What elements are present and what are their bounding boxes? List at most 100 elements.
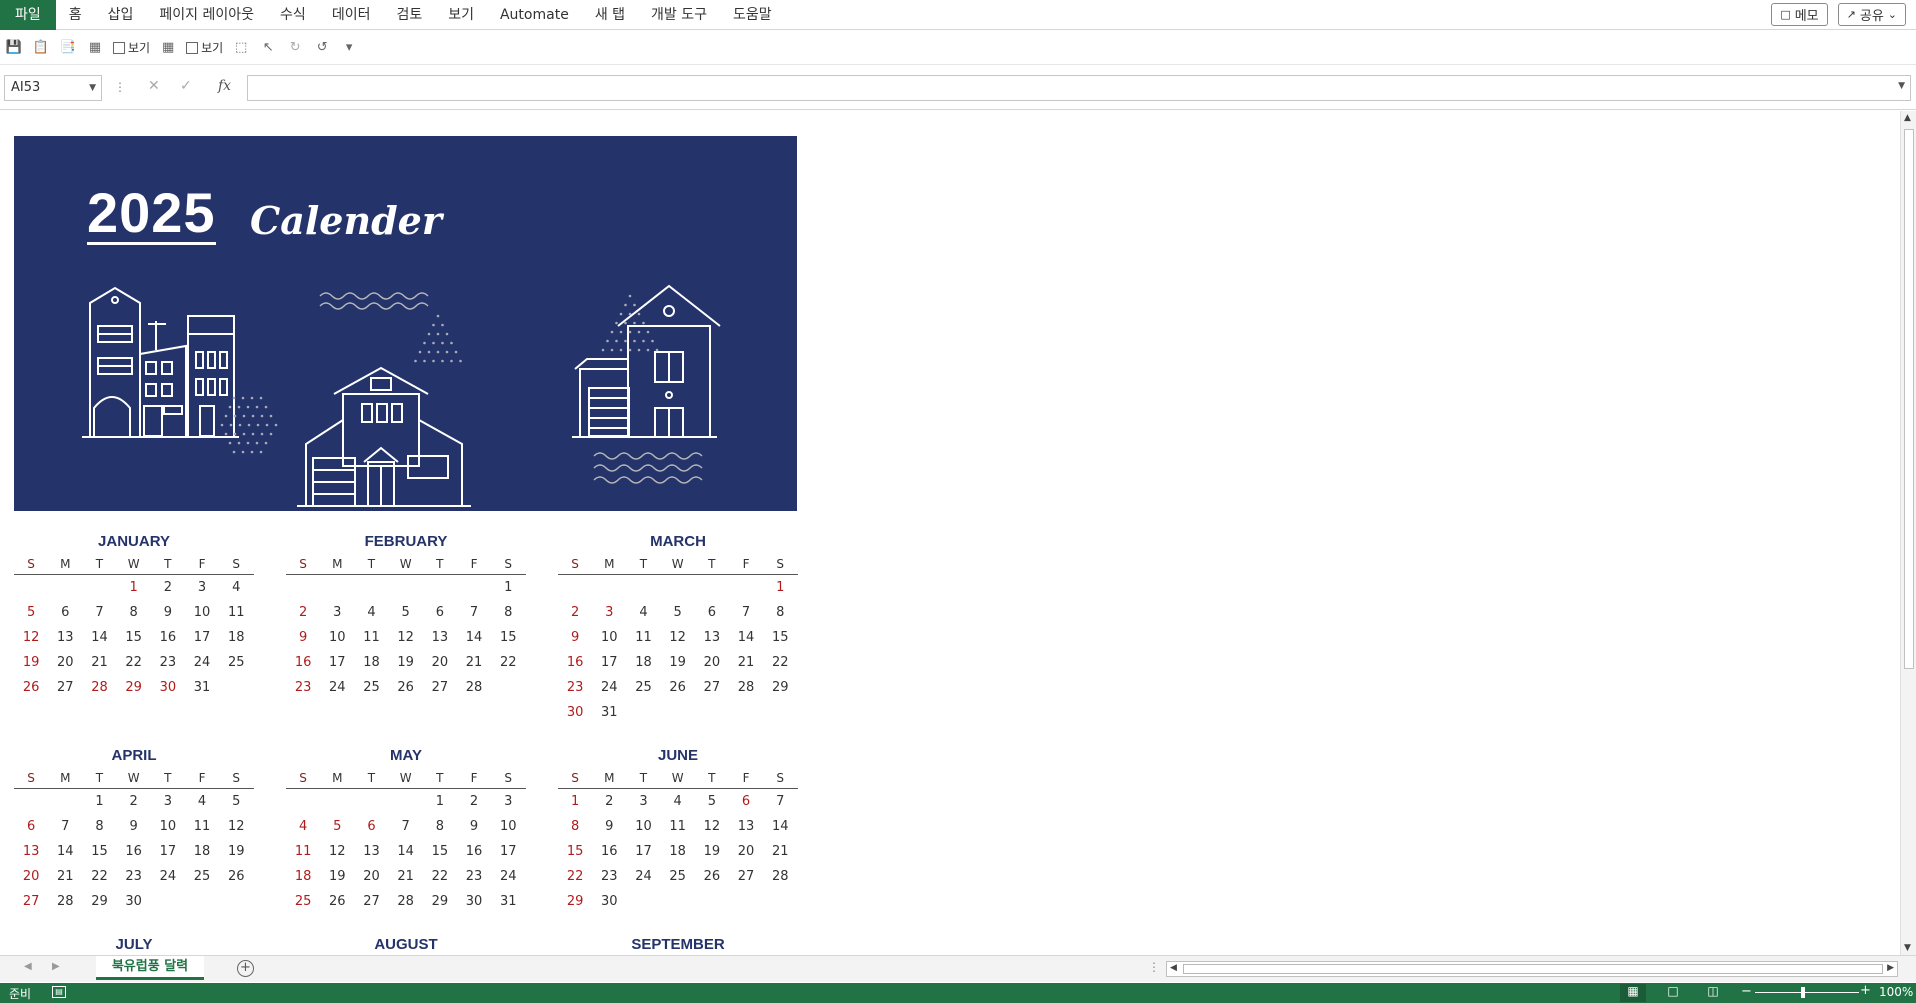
day-cell[interactable]: 15 xyxy=(763,625,797,650)
share-button[interactable]: ↗ 공유 ⌄ xyxy=(1837,3,1906,26)
day-cell[interactable] xyxy=(626,700,660,725)
day-cell[interactable]: 14 xyxy=(82,625,116,650)
day-cell[interactable]: 16 xyxy=(558,650,592,675)
day-cell[interactable]: 7 xyxy=(457,600,491,625)
day-cell[interactable]: 1 xyxy=(491,575,525,600)
day-cell[interactable]: 24 xyxy=(626,864,660,889)
day-cell[interactable]: 1 xyxy=(763,575,797,600)
tab-developer[interactable]: 개발 도구 xyxy=(638,0,720,30)
day-cell[interactable]: 28 xyxy=(82,675,116,700)
gridlines-checkbox[interactable]: 보기 xyxy=(113,39,150,56)
page-break-view-icon[interactable]: ◫ xyxy=(1700,984,1726,1002)
day-cell[interactable] xyxy=(695,700,729,725)
day-cell[interactable] xyxy=(661,700,695,725)
scroll-right-icon[interactable]: ▶ xyxy=(1887,963,1894,973)
checkbox-box[interactable] xyxy=(186,41,199,54)
day-cell[interactable]: 16 xyxy=(592,839,626,864)
select-range-icon[interactable]: ⬚ xyxy=(232,39,250,57)
day-cell[interactable]: 30 xyxy=(151,675,185,700)
day-cell[interactable]: 23 xyxy=(286,675,320,700)
day-cell[interactable]: 11 xyxy=(626,625,660,650)
tab-home[interactable]: 홈 xyxy=(56,0,95,30)
day-cell[interactable]: 9 xyxy=(286,625,320,650)
tab-help[interactable]: 도움말 xyxy=(720,0,785,30)
next-sheet-icon[interactable]: ▶ xyxy=(52,961,60,972)
day-cell[interactable]: 28 xyxy=(48,889,82,914)
cancel-icon[interactable]: ✕ xyxy=(148,78,160,94)
day-cell[interactable]: 10 xyxy=(626,814,660,839)
day-cell[interactable]: 31 xyxy=(491,889,525,914)
day-cell[interactable]: 28 xyxy=(729,675,763,700)
day-cell[interactable]: 14 xyxy=(763,814,797,839)
day-cell[interactable]: 9 xyxy=(117,814,151,839)
day-cell[interactable]: 23 xyxy=(558,675,592,700)
day-cell[interactable] xyxy=(219,889,253,914)
more-icon[interactable]: ⋮ xyxy=(114,80,126,94)
tab-data[interactable]: 데이터 xyxy=(319,0,384,30)
day-cell[interactable] xyxy=(695,889,729,914)
enter-icon[interactable]: ✓ xyxy=(180,78,192,94)
zoom-slider[interactable] xyxy=(1755,992,1859,993)
day-cell[interactable]: 17 xyxy=(592,650,626,675)
tab-review[interactable]: 검토 xyxy=(383,0,435,30)
day-cell[interactable]: 19 xyxy=(219,839,253,864)
day-cell[interactable]: 5 xyxy=(661,600,695,625)
day-cell[interactable]: 21 xyxy=(763,839,797,864)
day-cell[interactable]: 30 xyxy=(592,889,626,914)
day-cell[interactable]: 3 xyxy=(626,789,660,814)
day-cell[interactable]: 13 xyxy=(14,839,48,864)
horizontal-scrollbar[interactable]: ◀ ▶ xyxy=(1166,961,1898,977)
day-cell[interactable]: 7 xyxy=(48,814,82,839)
tab-new-tab[interactable]: 새 탭 xyxy=(582,0,638,30)
save-icon[interactable]: 💾 xyxy=(5,39,23,57)
day-cell[interactable]: 20 xyxy=(423,650,457,675)
day-cell[interactable]: 30 xyxy=(558,700,592,725)
day-cell[interactable]: 20 xyxy=(729,839,763,864)
chevron-down-icon[interactable]: ▼ xyxy=(89,76,96,100)
day-cell[interactable]: 13 xyxy=(354,839,388,864)
day-cell[interactable]: 26 xyxy=(389,675,423,700)
day-cell[interactable]: 17 xyxy=(491,839,525,864)
tab-file[interactable]: 파일 xyxy=(0,0,56,30)
day-cell[interactable]: 12 xyxy=(695,814,729,839)
day-cell[interactable] xyxy=(695,575,729,600)
day-cell[interactable]: 6 xyxy=(423,600,457,625)
day-cell[interactable]: 9 xyxy=(457,814,491,839)
day-cell[interactable] xyxy=(320,789,354,814)
paste-format-icon[interactable]: 📑 xyxy=(59,39,77,57)
normal-view-icon[interactable]: ▦ xyxy=(1620,984,1646,1002)
undo-icon[interactable]: ↺ xyxy=(313,39,331,57)
day-cell[interactable]: 12 xyxy=(389,625,423,650)
day-cell[interactable] xyxy=(626,575,660,600)
zoom-out-icon[interactable]: − xyxy=(1741,984,1752,999)
day-cell[interactable]: 11 xyxy=(219,600,253,625)
day-cell[interactable]: 20 xyxy=(695,650,729,675)
day-cell[interactable]: 27 xyxy=(729,864,763,889)
day-cell[interactable]: 19 xyxy=(320,864,354,889)
day-cell[interactable]: 8 xyxy=(763,600,797,625)
day-cell[interactable]: 22 xyxy=(763,650,797,675)
paste-values-icon[interactable]: 📋 xyxy=(32,39,50,57)
vertical-scrollbar[interactable]: ▲ ▼ xyxy=(1900,111,1916,955)
day-cell[interactable]: 27 xyxy=(14,889,48,914)
tab-view[interactable]: 보기 xyxy=(435,0,487,30)
day-cell[interactable] xyxy=(661,889,695,914)
day-cell[interactable]: 10 xyxy=(320,625,354,650)
zoom-level[interactable]: 100% xyxy=(1879,985,1913,999)
day-cell[interactable]: 17 xyxy=(320,650,354,675)
day-cell[interactable]: 19 xyxy=(14,650,48,675)
day-cell[interactable] xyxy=(491,675,525,700)
day-cell[interactable]: 8 xyxy=(117,600,151,625)
day-cell[interactable]: 16 xyxy=(151,625,185,650)
day-cell[interactable]: 5 xyxy=(219,789,253,814)
day-cell[interactable]: 18 xyxy=(286,864,320,889)
day-cell[interactable]: 9 xyxy=(558,625,592,650)
day-cell[interactable]: 3 xyxy=(320,600,354,625)
day-cell[interactable]: 2 xyxy=(558,600,592,625)
day-cell[interactable]: 13 xyxy=(423,625,457,650)
day-cell[interactable]: 30 xyxy=(117,889,151,914)
day-cell[interactable]: 9 xyxy=(151,600,185,625)
day-cell[interactable]: 5 xyxy=(14,600,48,625)
worksheet[interactable]: 2025 Calender JANUARY S M T W T F S 1 2 3 4 5 6 7 8 9 10 1… xyxy=(0,111,1900,955)
day-cell[interactable]: 6 xyxy=(48,600,82,625)
